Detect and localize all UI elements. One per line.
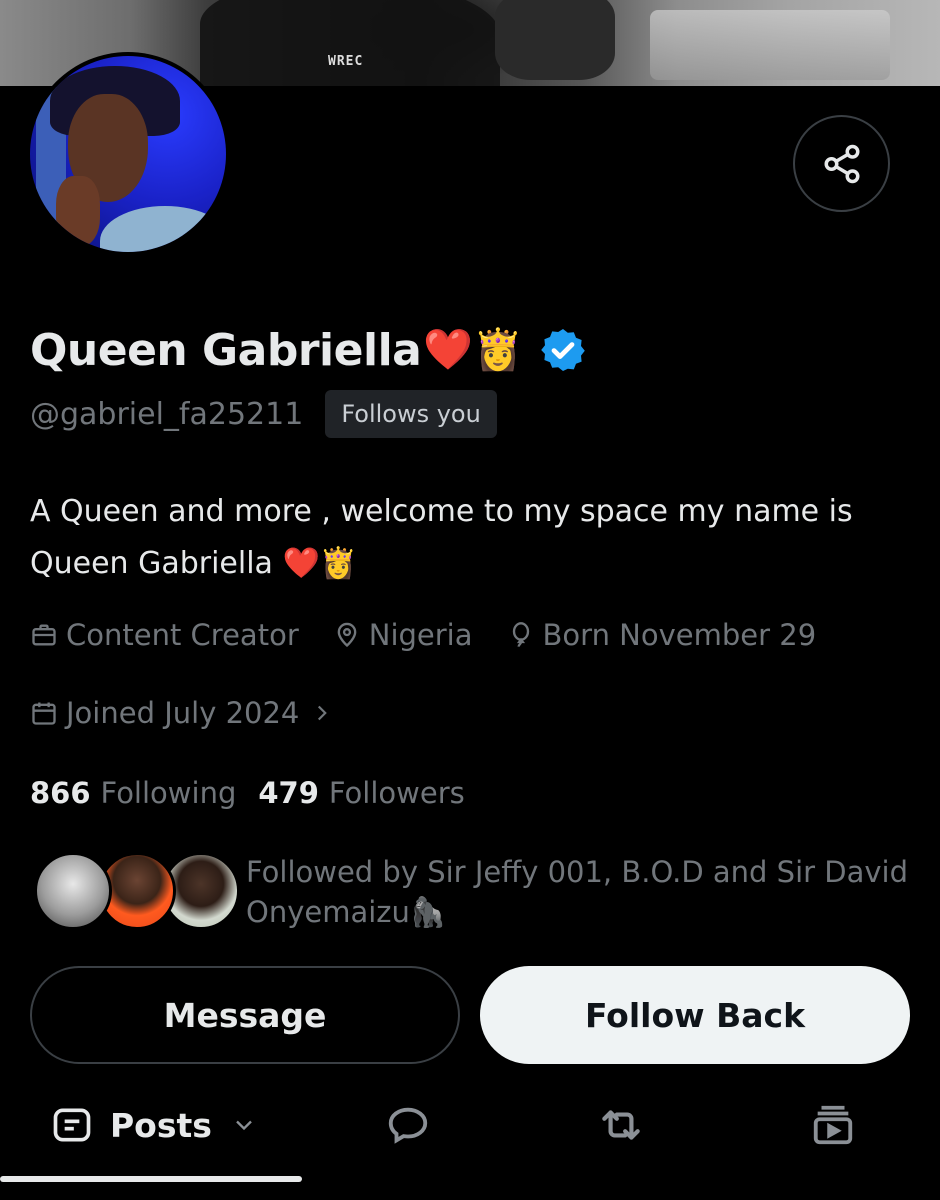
avatar-photo-detail xyxy=(56,176,100,246)
repost-icon xyxy=(602,1110,640,1140)
tab-posts-label: Posts xyxy=(110,1105,212,1145)
location-item: Nigeria xyxy=(333,618,473,652)
location-text: Nigeria xyxy=(368,618,473,652)
share-icon xyxy=(824,144,859,183)
balloon-icon xyxy=(512,622,529,647)
banner-shirt-text: WREC xyxy=(328,54,364,69)
profession-item: Content Creator xyxy=(30,618,299,652)
followed-by-text[interactable]: Followed by Sir Jeffy 001, B.O.D and Sir… xyxy=(246,852,926,932)
followed-by-line: Onyemaizu🦍 xyxy=(246,895,446,929)
following-count[interactable]: 866 xyxy=(30,776,91,810)
followers-label[interactable]: Followers xyxy=(329,776,465,810)
bio-line: A Queen and more , welcome to my space m… xyxy=(30,494,853,529)
reply-bubble-icon xyxy=(388,1107,428,1144)
tab-reposts[interactable] xyxy=(596,1090,646,1160)
followed-by-avatars[interactable] xyxy=(34,852,240,930)
banner-figure xyxy=(200,0,500,86)
verified-badge-icon[interactable] xyxy=(539,326,587,374)
active-tab-indicator xyxy=(0,1176,302,1182)
banner-figure xyxy=(495,0,615,80)
briefcase-icon xyxy=(32,624,56,646)
avatar xyxy=(34,852,112,930)
display-name-row: Queen Gabriella ❤️👸 xyxy=(30,318,587,382)
handle-row: @gabriel_fa25211 Follows you xyxy=(30,390,497,438)
followers-count[interactable]: 479 xyxy=(258,776,319,810)
message-button[interactable]: Message xyxy=(30,966,460,1064)
chevron-down-icon[interactable] xyxy=(230,1111,258,1139)
follows-you-badge: Follows you xyxy=(325,390,497,438)
name-emojis: ❤️👸 xyxy=(423,327,523,373)
username-handle: @gabriel_fa25211 xyxy=(30,396,304,432)
banner-figure xyxy=(650,10,890,80)
share-button[interactable] xyxy=(793,115,890,212)
profile-meta: Content Creator Nigeria Born November 29 xyxy=(30,618,850,652)
followed-by-line: Followed by Sir Jeffy 001, B.O.D and Sir… xyxy=(246,855,909,889)
follow-back-button[interactable]: Follow Back xyxy=(480,966,910,1064)
profile-bio: A Queen and more , welcome to my space m… xyxy=(30,486,910,590)
profile-tabs: Posts xyxy=(0,1090,940,1180)
following-label[interactable]: Following xyxy=(101,776,237,810)
profile-avatar[interactable] xyxy=(26,52,230,256)
avatar-photo-detail xyxy=(100,206,226,252)
profile-page: WREC Queen Gabriella ❤️👸 @gabriel_fa2521… xyxy=(0,0,940,1200)
location-pin-icon xyxy=(337,622,357,648)
bio-line: Queen Gabriella ❤️👸 xyxy=(30,546,358,581)
media-icon xyxy=(813,1105,853,1145)
chevron-right-icon xyxy=(318,705,328,721)
joined-text: Joined July 2024 xyxy=(66,696,300,730)
birthday-item: Born November 29 xyxy=(507,618,817,652)
tab-media[interactable] xyxy=(810,1090,856,1160)
tab-replies[interactable] xyxy=(385,1090,431,1160)
profession-text: Content Creator xyxy=(66,618,299,652)
calendar-icon xyxy=(32,702,56,725)
avatar-photo xyxy=(30,56,226,252)
joined-item[interactable]: Joined July 2024 xyxy=(30,696,343,730)
follow-counts: 866 Following 479 Followers xyxy=(30,776,487,810)
birthday-text: Born November 29 xyxy=(542,618,817,652)
tab-posts[interactable]: Posts xyxy=(50,1090,258,1160)
posts-icon xyxy=(53,1108,91,1142)
joined-row[interactable]: Joined July 2024 xyxy=(30,696,377,730)
display-name: Queen Gabriella xyxy=(30,324,422,376)
